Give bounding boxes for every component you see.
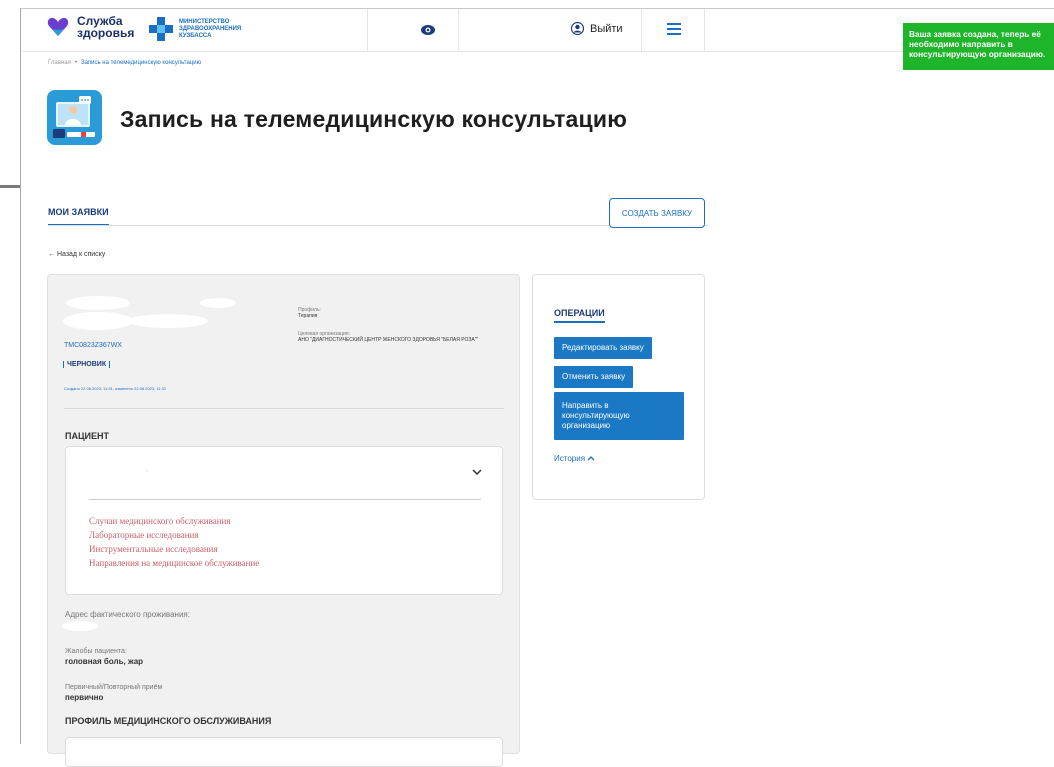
request-dates: Создано 22.08.2023, 11:31, изменено 22.0… [64,386,167,391]
link-instrumental-tests[interactable]: Инструментальные исследования [89,542,259,556]
ministry-line2: ЗДРАВООХРАНЕНИЯ [179,25,242,32]
redacted-address [62,621,98,631]
tab-my-requests[interactable]: МОИ ЗАЯВКИ [48,207,109,226]
target-org-info: Целевая организация: АНО "ДИАГНОСТИЧЕСКИ… [298,331,518,343]
redacted-name [63,296,236,330]
eye-icon[interactable] [420,22,436,38]
header-divider [458,9,459,51]
profile-value: Терапия [298,313,318,319]
medical-cross-icon [149,17,173,41]
breadcrumb-home[interactable]: Главная [48,60,71,66]
logo-text: Служба здоровья [77,15,134,39]
visit-type-value: первично [65,693,104,702]
logout-label: Выйти [590,22,623,35]
chevron-down-icon[interactable] [472,468,482,476]
breadcrumb-current: Запись на телемедицинскую консультацию [80,60,202,66]
ministry-line3: КУЗБАССА [179,32,212,39]
success-toast: Ваша заявка создана, теперь её необходим… [903,23,1054,70]
breadcrumb-separator: • [74,60,77,66]
target-org-value: АНО "ДИАГНОСТИЧЕСКИЙ ЦЕНТР ЖЕНСКОГО ЗДОР… [298,337,479,343]
heart-logo-icon [47,17,69,36]
breadcrumb: Главная • Запись на телемедицинскую консул… [48,60,201,66]
header-divider [641,9,642,51]
patient-selected-value: - [146,468,149,475]
operations-card: ОПЕРАЦИИ Редактировать заявку Отменить з… [532,274,705,500]
request-card: TMC0823Z367WX ЧЕРНОВИК Создано 22.08.202… [47,274,520,767]
complaints: Жалобы пациента: головная боль, жар [65,647,143,667]
header-divider [367,9,368,51]
operations-title: ОПЕРАЦИИ [554,308,605,323]
cancel-request-button[interactable]: Отменить заявку [554,366,634,388]
outer-frame-left-border [20,8,21,744]
patient-select-box[interactable]: - Случаи медицинского обслуживания Лабор… [65,446,503,595]
complaints-value: головная боль, жар [65,657,144,666]
telemedicine-icon [47,90,102,145]
service-profile-box[interactable] [65,737,503,767]
chevron-up-icon [587,456,595,461]
header-divider [704,9,705,51]
service-profile-title: ПРОФИЛЬ МЕДИЦИНСКОГО ОБСЛУЖИВАНИЯ [65,716,272,726]
visit-type-label: Первичный/Повторный приём [65,684,163,691]
visit-type: Первичный/Повторный приём первично [65,683,162,703]
ministry-line1: МИНИСТЕРСТВО [179,18,230,25]
outer-frame-left [0,0,20,744]
edit-request-button[interactable]: Редактировать заявку [554,337,652,359]
history-label: История [554,454,586,463]
logo-line2: здоровья [77,26,135,40]
back-to-list-link[interactable]: ← Назад к списку [48,251,105,258]
user-icon [571,22,584,35]
card-divider [64,408,504,409]
link-referrals[interactable]: Направления на медицинское обслуживание [89,556,259,570]
patient-divider [89,499,481,500]
status-badge: ЧЕРНОВИК [63,361,111,368]
complaints-label: Жалобы пациента: [65,648,127,655]
page-title: Запись на телемедицинскую консультацию [120,106,628,132]
logout-button[interactable]: Выйти [571,22,623,35]
ministry-text: МИНИСТЕРСТВО ЗДРАВООХРАНЕНИЯ КУЗБАССА [179,19,269,40]
send-to-consulting-org-button[interactable]: Направить в консультирующую организацию [554,392,684,440]
outer-frame-marker [0,185,20,188]
link-medical-cases[interactable]: Случаи медицинского обслуживания [89,514,259,528]
menu-icon[interactable] [667,23,681,35]
site-logo[interactable]: Служба здоровья [47,15,134,39]
patient-section-title: ПАЦИЕНТ [65,431,110,441]
history-toggle[interactable]: История [554,454,595,463]
create-request-button[interactable]: СОЗДАТЬ ЗАЯВКУ [609,198,705,228]
medical-links: Случаи медицинского обслуживания Лаборат… [89,514,259,570]
site-header: Служба здоровья МИНИСТЕРСТВО ЗДРАВООХРАН… [21,9,1054,52]
request-id: TMC0823Z367WX [64,342,122,349]
profile-info: Профиль: Терапия [298,307,518,319]
ministry-logo: МИНИСТЕРСТВО ЗДРАВООХРАНЕНИЯ КУЗБАССА [149,17,269,41]
link-lab-tests[interactable]: Лабораторные исследования [89,528,259,542]
